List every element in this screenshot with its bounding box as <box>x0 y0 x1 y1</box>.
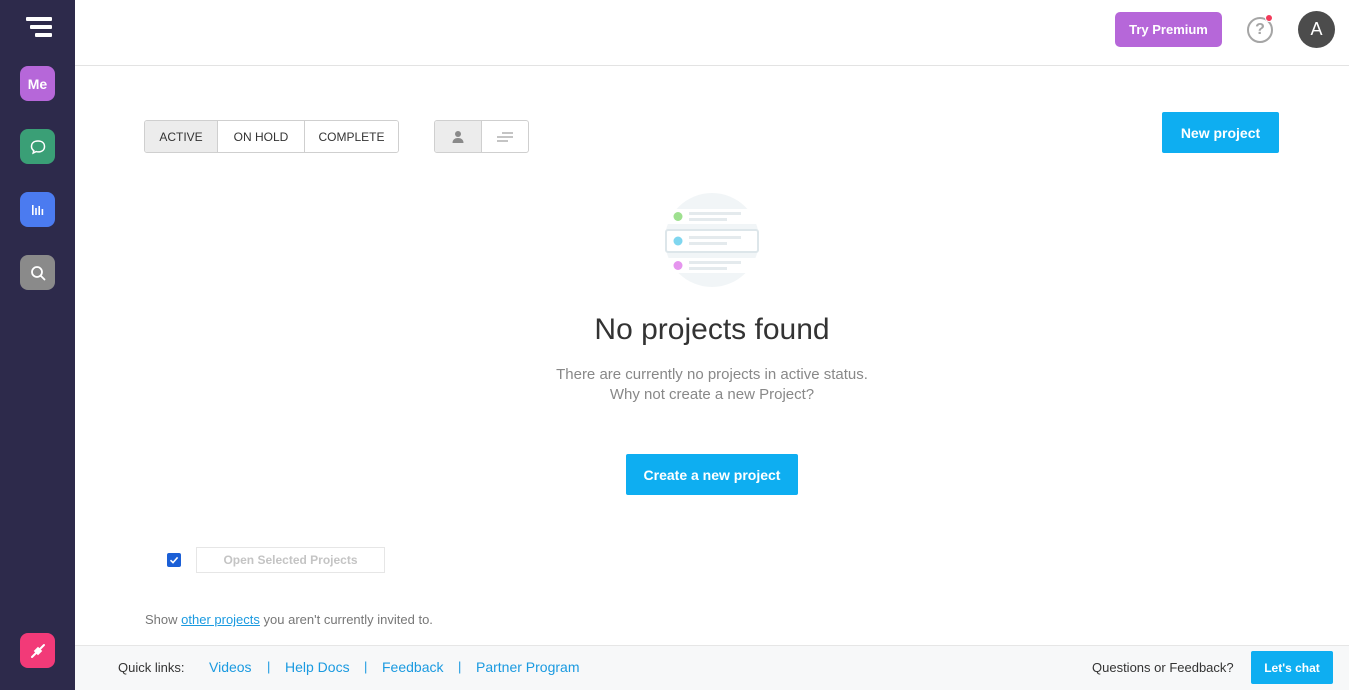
footer-link-feedback[interactable]: Feedback <box>382 659 443 675</box>
search-icon <box>30 265 45 280</box>
status-tabs: ACTIVE ON HOLD COMPLETE <box>144 120 399 153</box>
sidebar-item-search[interactable] <box>20 255 55 290</box>
sort-lines-icon <box>496 132 513 141</box>
other-projects-note: Show other projects you aren't currently… <box>145 612 433 627</box>
empty-state-title: No projects found <box>594 313 830 346</box>
footer-separator: | <box>364 659 368 674</box>
empty-state-line-1: There are currently no projects in activ… <box>556 366 868 383</box>
empty-state-message: There are currently no projects in activ… <box>512 365 912 405</box>
footer-separator: | <box>267 659 271 674</box>
other-projects-link[interactable]: other projects <box>181 612 260 627</box>
bar-chart-icon <box>31 204 43 215</box>
plug-icon <box>30 643 45 658</box>
avatar[interactable]: A <box>1298 11 1335 48</box>
sort-view-button[interactable] <box>482 121 529 152</box>
other-projects-suffix: you aren't currently invited to. <box>259 612 433 627</box>
footer-link-videos[interactable]: Videos <box>209 659 252 675</box>
other-projects-prefix: Show <box>145 612 182 627</box>
sidebar-item-me-label: Me <box>27 75 48 92</box>
project-list-illustration-icon <box>665 193 759 287</box>
footer-link-partner-program[interactable]: Partner Program <box>476 659 579 675</box>
lets-chat-button[interactable]: Let's chat <box>1251 651 1333 684</box>
sidebar-item-reports[interactable] <box>20 192 55 227</box>
notification-dot <box>1265 14 1273 22</box>
sidebar-item-me[interactable]: Me <box>20 66 55 101</box>
chat-bubble-icon <box>30 139 45 154</box>
person-icon <box>452 130 464 143</box>
select-all-checkbox[interactable] <box>167 553 181 567</box>
empty-state-line-2: Why not create a new Project? <box>609 386 815 403</box>
questions-text: Questions or Feedback? <box>1092 660 1234 675</box>
create-new-project-button[interactable]: Create a new project <box>626 454 798 495</box>
try-premium-button[interactable]: Try Premium <box>1115 12 1222 47</box>
footer-separator: | <box>458 659 462 674</box>
new-project-button[interactable]: New project <box>1162 112 1279 153</box>
my-projects-view-button[interactable] <box>435 121 482 152</box>
avatar-initial: A <box>1310 19 1323 39</box>
quick-links-label: Quick links: <box>118 660 185 675</box>
tab-active[interactable]: ACTIVE <box>145 121 218 152</box>
tab-on-hold[interactable]: ON HOLD <box>218 121 305 152</box>
footer: Quick links: Videos | Help Docs | Feedba… <box>75 645 1349 690</box>
tab-complete[interactable]: COMPLETE <box>305 121 398 152</box>
sidebar: Me <box>0 0 75 690</box>
help-glyph: ? <box>1255 21 1265 38</box>
checkmark-icon <box>169 556 179 564</box>
app-logo-icon[interactable] <box>26 17 52 39</box>
view-toggle <box>434 120 529 153</box>
footer-link-help-docs[interactable]: Help Docs <box>285 659 350 675</box>
open-selected-projects-button[interactable]: Open Selected Projects <box>196 547 385 573</box>
sidebar-item-discussions[interactable] <box>20 129 55 164</box>
sidebar-item-integrations[interactable] <box>20 633 55 668</box>
